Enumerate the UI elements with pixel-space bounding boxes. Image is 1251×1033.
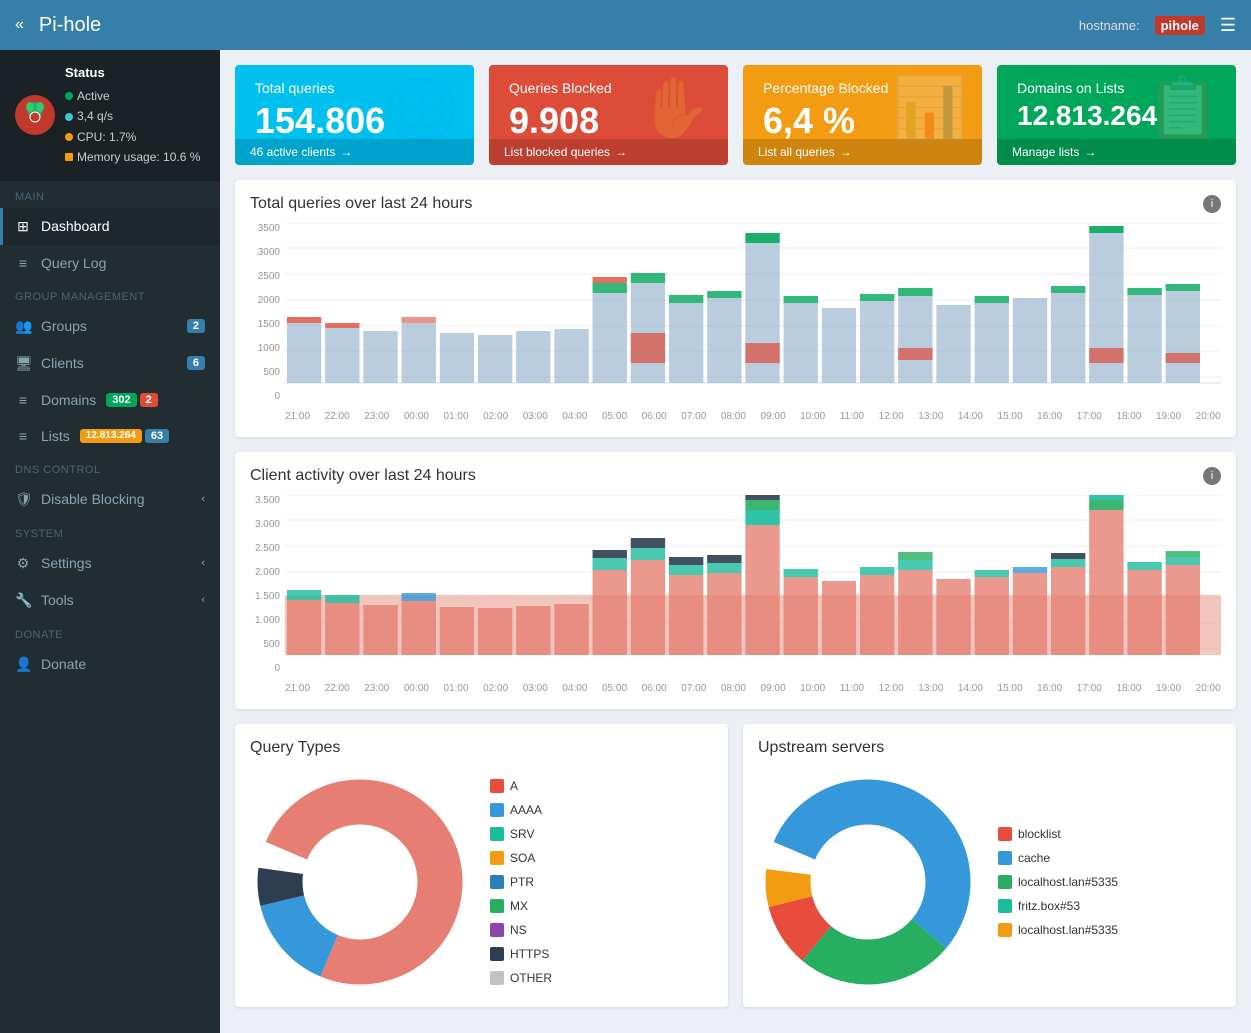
gear-icon: ⚙ bbox=[15, 555, 31, 572]
upstream-servers-donut bbox=[758, 772, 978, 992]
stat-card-domains-on-lists: Domains on Lists 12.813.264 📋 Manage lis… bbox=[997, 65, 1236, 165]
stat-card-total-queries: Total queries 154.806 🌐 46 active client… bbox=[235, 65, 474, 165]
hostname-label: hostname: bbox=[1079, 18, 1140, 33]
status-title: Status bbox=[65, 62, 200, 84]
domains-on-lists-footer[interactable]: Manage lists → bbox=[997, 139, 1236, 165]
chevron-icon: ‹ bbox=[201, 557, 205, 569]
lists-icon: ≡ bbox=[15, 428, 31, 444]
total-queries-chart bbox=[285, 223, 1221, 403]
bottom-panels: Query Types A bbox=[235, 724, 1236, 1007]
top-navigation: « Pi-Pi-holehole hostname: pihole ☰ bbox=[0, 0, 1251, 50]
sidebar-item-label: Lists bbox=[41, 428, 70, 444]
domains-badge-count: 302 bbox=[106, 393, 136, 407]
status-memory: Memory usage: 10.6 % bbox=[65, 147, 200, 167]
status-cpu: CPU: 1.7% bbox=[65, 127, 200, 147]
total-queries-chart-title: Total queries over last 24 hours bbox=[250, 195, 472, 213]
sidebar-item-label: Donate bbox=[41, 656, 86, 672]
client-activity-chart-panel: Client activity over last 24 hours i 3.5… bbox=[235, 452, 1236, 709]
sidebar-item-label: Domains bbox=[41, 392, 96, 408]
sidebar-item-query-log[interactable]: ≡ Query Log bbox=[0, 245, 220, 281]
client-activity-chart-title: Client activity over last 24 hours bbox=[250, 467, 476, 485]
query-types-legend: A AAAA SRV SOA PTR MX NS HTTPS OTHER bbox=[490, 774, 552, 990]
clients-icon: 🖥 bbox=[15, 355, 31, 372]
pihole-logo-icon bbox=[15, 95, 55, 135]
total-queries-y-axis: 3500300025002000150010005000 bbox=[250, 223, 285, 422]
sidebar-item-label: Disable Blocking bbox=[41, 491, 145, 507]
upstream-servers-legend: blocklist cache localhost.lan#5335 fritz… bbox=[998, 822, 1118, 942]
client-activity-info-icon[interactable]: i bbox=[1203, 467, 1221, 485]
domains-icon: ≡ bbox=[15, 392, 31, 408]
shield-icon: 🛡 bbox=[15, 491, 31, 508]
donate-icon: 👤 bbox=[15, 656, 31, 673]
sidebar-item-settings[interactable]: ⚙ Settings ‹ bbox=[0, 545, 220, 582]
sidebar-status: Status Active 3,4 q/s CPU: 1.7% Memory u… bbox=[0, 50, 220, 181]
stat-card-percentage-blocked: Percentage Blocked 6,4 % 📊 List all quer… bbox=[743, 65, 982, 165]
sidebar-collapse-button[interactable]: « bbox=[15, 16, 24, 34]
upstream-servers-panel: Upstream servers bbox=[743, 724, 1236, 1007]
domains-badge-extra: 2 bbox=[140, 393, 158, 407]
query-types-title: Query Types bbox=[250, 739, 713, 757]
status-rate: 3,4 q/s bbox=[65, 106, 200, 126]
sidebar-item-disable-blocking[interactable]: 🛡 Disable Blocking ‹ bbox=[0, 481, 220, 518]
brand-logo: Pi-Pi-holehole bbox=[39, 14, 101, 37]
stat-card-queries-blocked: Queries Blocked 9.908 ✋ List blocked que… bbox=[489, 65, 728, 165]
query-log-icon: ≡ bbox=[15, 255, 31, 271]
clipboard-icon: 📋 bbox=[1146, 72, 1221, 143]
hamburger-menu-icon[interactable]: ☰ bbox=[1220, 15, 1236, 36]
sidebar-item-domains[interactable]: ≡ Domains 302 2 bbox=[0, 382, 220, 418]
total-queries-chart-panel: Total queries over last 24 hours i 35003… bbox=[235, 180, 1236, 437]
sidebar-item-label: Settings bbox=[41, 555, 92, 571]
globe-icon: 🌐 bbox=[384, 72, 459, 143]
main-content: Total queries 154.806 🌐 46 active client… bbox=[220, 50, 1251, 1033]
section-label-group-management: GROUP MANAGEMENT bbox=[0, 281, 220, 308]
chart-icon: 📊 bbox=[892, 72, 967, 143]
hostname-value: pihole bbox=[1155, 16, 1205, 35]
chevron-icon: ‹ bbox=[201, 594, 205, 606]
sidebar-item-label: Groups bbox=[41, 318, 87, 334]
sidebar-item-groups[interactable]: 👥 Groups 2 bbox=[0, 308, 220, 345]
sidebar-item-donate[interactable]: 👤 Donate bbox=[0, 646, 220, 683]
groups-badge: 2 bbox=[187, 319, 205, 333]
sidebar-item-label: Dashboard bbox=[41, 218, 110, 234]
groups-icon: 👥 bbox=[15, 318, 31, 335]
queries-blocked-footer[interactable]: List blocked queries → bbox=[489, 139, 728, 165]
sidebar-item-clients[interactable]: 🖥 Clients 6 bbox=[0, 345, 220, 382]
section-label-donate: DONATE bbox=[0, 619, 220, 646]
sidebar-item-label: Clients bbox=[41, 355, 84, 371]
stat-cards-container: Total queries 154.806 🌐 46 active client… bbox=[235, 65, 1236, 165]
section-label-dns-control: DNS CONTROL bbox=[0, 454, 220, 481]
percentage-blocked-footer[interactable]: List all queries → bbox=[743, 139, 982, 165]
status-active: Active bbox=[65, 86, 200, 106]
total-queries-info-icon[interactable]: i bbox=[1203, 195, 1221, 213]
total-queries-footer[interactable]: 46 active clients → bbox=[235, 139, 474, 165]
client-activity-y-axis: 3.5003.0002.5002.0001.5001.0005000 bbox=[250, 495, 285, 694]
sidebar-item-lists[interactable]: ≡ Lists 12.813.264 63 bbox=[0, 418, 220, 454]
tools-icon: 🔧 bbox=[15, 592, 31, 609]
lists-badge-extra: 63 bbox=[145, 429, 169, 443]
sidebar: Status Active 3,4 q/s CPU: 1.7% Memory u… bbox=[0, 50, 220, 1033]
sidebar-item-label: Query Log bbox=[41, 255, 106, 271]
dashboard-icon: ⊞ bbox=[15, 218, 31, 235]
section-label-main: MAIN bbox=[0, 181, 220, 208]
sidebar-item-label: Tools bbox=[41, 592, 74, 608]
sidebar-item-dashboard[interactable]: ⊞ Dashboard bbox=[0, 208, 220, 245]
upstream-servers-title: Upstream servers bbox=[758, 739, 1221, 757]
clients-badge: 6 bbox=[187, 356, 205, 370]
section-label-system: SYSTEM bbox=[0, 518, 220, 545]
sidebar-item-tools[interactable]: 🔧 Tools ‹ bbox=[0, 582, 220, 619]
client-activity-chart bbox=[285, 495, 1221, 675]
lists-badge-count: 12.813.264 bbox=[80, 429, 142, 443]
query-types-donut bbox=[250, 772, 470, 992]
query-types-panel: Query Types A bbox=[235, 724, 728, 1007]
chevron-icon: ‹ bbox=[201, 493, 205, 505]
hand-icon: ✋ bbox=[638, 72, 713, 143]
